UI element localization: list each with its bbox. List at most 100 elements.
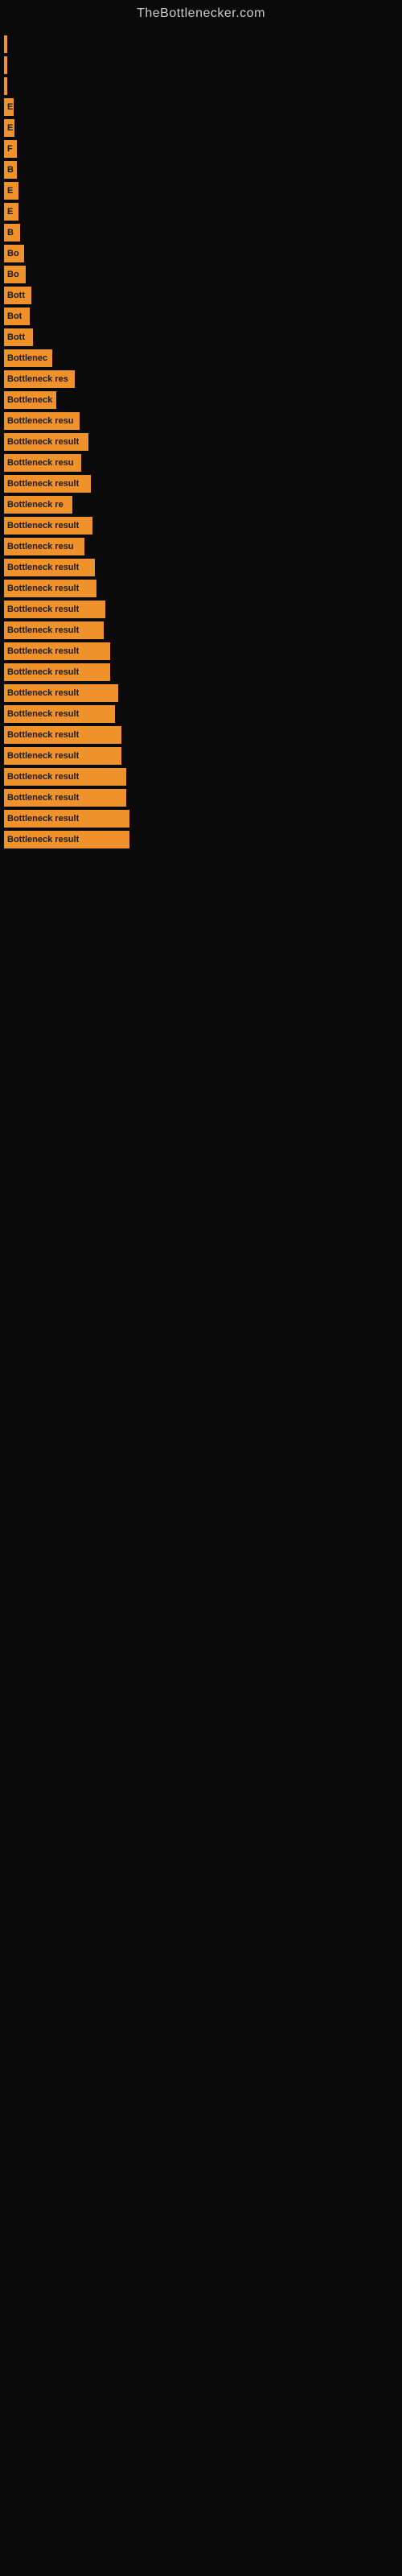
bar-row: Bot bbox=[4, 308, 402, 325]
bar-row: Bottleneck result bbox=[4, 789, 402, 807]
bar-row: Bottleneck res bbox=[4, 370, 402, 388]
bar-row: E bbox=[4, 119, 402, 137]
bar-label: E bbox=[7, 102, 13, 112]
bar-row: Bo bbox=[4, 245, 402, 262]
bar: Bottleneck result bbox=[4, 475, 91, 493]
bar-row: Bottleneck result bbox=[4, 642, 402, 660]
bar: E bbox=[4, 98, 14, 116]
bar-label: Bottleneck result bbox=[7, 772, 79, 782]
bar-row: E bbox=[4, 182, 402, 200]
bar-row: Bottleneck resu bbox=[4, 538, 402, 555]
bars-container: E E F B E E B Bo Bo Bott Bot Bott Bottlenec Bottlenec… bbox=[0, 27, 402, 852]
bar-label: Bottleneck result bbox=[7, 667, 79, 677]
bar-row: Bottleneck result bbox=[4, 559, 402, 576]
bar: Bottleneck bbox=[4, 391, 56, 409]
bar-row: Bottleneck result bbox=[4, 768, 402, 786]
bar-label: Bottleneck result bbox=[7, 835, 79, 844]
bar-row: F bbox=[4, 140, 402, 158]
bar-label: Bottleneck resu bbox=[7, 416, 74, 426]
bar-label: Bottleneck resu bbox=[7, 458, 74, 468]
bar-row: Bottleneck re bbox=[4, 496, 402, 514]
bar-row bbox=[4, 56, 402, 74]
bar: Bottleneck result bbox=[4, 663, 110, 681]
bar-label: B bbox=[7, 228, 14, 237]
bar-row: Bottleneck result bbox=[4, 475, 402, 493]
bar-row bbox=[4, 77, 402, 95]
bar-label: Bot bbox=[7, 312, 22, 321]
bar-label: E bbox=[7, 123, 13, 133]
bar-row: Bottleneck result bbox=[4, 810, 402, 828]
bar-row: Bottleneck result bbox=[4, 705, 402, 723]
bar-row: B bbox=[4, 161, 402, 179]
bar-label: Bottleneck resu bbox=[7, 542, 74, 551]
bar bbox=[4, 35, 7, 53]
bar-label: Bottleneck res bbox=[7, 374, 68, 384]
bar-row: Bo bbox=[4, 266, 402, 283]
bar: Bott bbox=[4, 328, 33, 346]
bar: Bottleneck result bbox=[4, 810, 129, 828]
bar-row: Bottleneck resu bbox=[4, 412, 402, 430]
bar: Bott bbox=[4, 287, 31, 304]
bar: Bottleneck result bbox=[4, 580, 96, 597]
bar-row: Bottleneck result bbox=[4, 831, 402, 848]
bar-label: Bottleneck result bbox=[7, 709, 79, 719]
bar-row: Bottleneck bbox=[4, 391, 402, 409]
bar-label: Bottleneck re bbox=[7, 500, 64, 510]
bar-row: Bottleneck result bbox=[4, 663, 402, 681]
bar-label: Bott bbox=[7, 332, 25, 342]
bar-label: Bottleneck result bbox=[7, 584, 79, 593]
bar-label: Bottleneck result bbox=[7, 625, 79, 635]
bar-row: Bottleneck resu bbox=[4, 454, 402, 472]
bar: Bottleneck resu bbox=[4, 454, 81, 472]
bar: E bbox=[4, 203, 18, 221]
bar-label: Bottleneck result bbox=[7, 751, 79, 761]
bar: B bbox=[4, 161, 17, 179]
bar-label: Bottleneck bbox=[7, 395, 52, 405]
bar-row: Bott bbox=[4, 287, 402, 304]
bar-row: E bbox=[4, 203, 402, 221]
bar-label: E bbox=[7, 186, 13, 196]
bar-row: Bottleneck result bbox=[4, 601, 402, 618]
bar: F bbox=[4, 140, 17, 158]
bar-row: Bottleneck result bbox=[4, 433, 402, 451]
bar: Bottleneck result bbox=[4, 726, 121, 744]
bar: Bottleneck result bbox=[4, 433, 88, 451]
bar-row: Bottleneck result bbox=[4, 517, 402, 535]
site-title: TheBottlenecker.com bbox=[0, 0, 402, 27]
bar: Bottleneck result bbox=[4, 517, 92, 535]
bar: Bottleneck result bbox=[4, 705, 115, 723]
bar-row bbox=[4, 35, 402, 53]
bar-row: Bottleneck result bbox=[4, 580, 402, 597]
bar-row: B bbox=[4, 224, 402, 242]
bar-label: Bottleneck result bbox=[7, 437, 79, 447]
bar: Bot bbox=[4, 308, 30, 325]
bar-row: Bottleneck result bbox=[4, 621, 402, 639]
bar-row: Bottlenec bbox=[4, 349, 402, 367]
bar-row: Bottleneck result bbox=[4, 684, 402, 702]
bar-label: E bbox=[7, 207, 13, 217]
bar-row: Bott bbox=[4, 328, 402, 346]
bar-label: Bo bbox=[7, 270, 19, 279]
bar-label: F bbox=[7, 144, 13, 154]
bar: Bo bbox=[4, 245, 24, 262]
bar-row: E bbox=[4, 98, 402, 116]
bar-label: Bottleneck result bbox=[7, 521, 79, 530]
bar-label: B bbox=[7, 165, 14, 175]
bar bbox=[4, 56, 7, 74]
bar: E bbox=[4, 119, 14, 137]
bar-label: Bottleneck result bbox=[7, 730, 79, 740]
bar: Bottleneck result bbox=[4, 621, 104, 639]
bar: Bottleneck result bbox=[4, 559, 95, 576]
bar: Bottleneck result bbox=[4, 642, 110, 660]
bar bbox=[4, 77, 7, 95]
bar: Bottleneck result bbox=[4, 684, 118, 702]
bar: Bottleneck resu bbox=[4, 538, 84, 555]
bar-label: Bottleneck result bbox=[7, 688, 79, 698]
bar-label: Bottleneck result bbox=[7, 793, 79, 803]
bar: Bottleneck result bbox=[4, 789, 126, 807]
bar: Bottleneck result bbox=[4, 747, 121, 765]
bar-label: Bottleneck result bbox=[7, 646, 79, 656]
bar-row: Bottleneck result bbox=[4, 747, 402, 765]
bar: B bbox=[4, 224, 20, 242]
bar: Bo bbox=[4, 266, 26, 283]
